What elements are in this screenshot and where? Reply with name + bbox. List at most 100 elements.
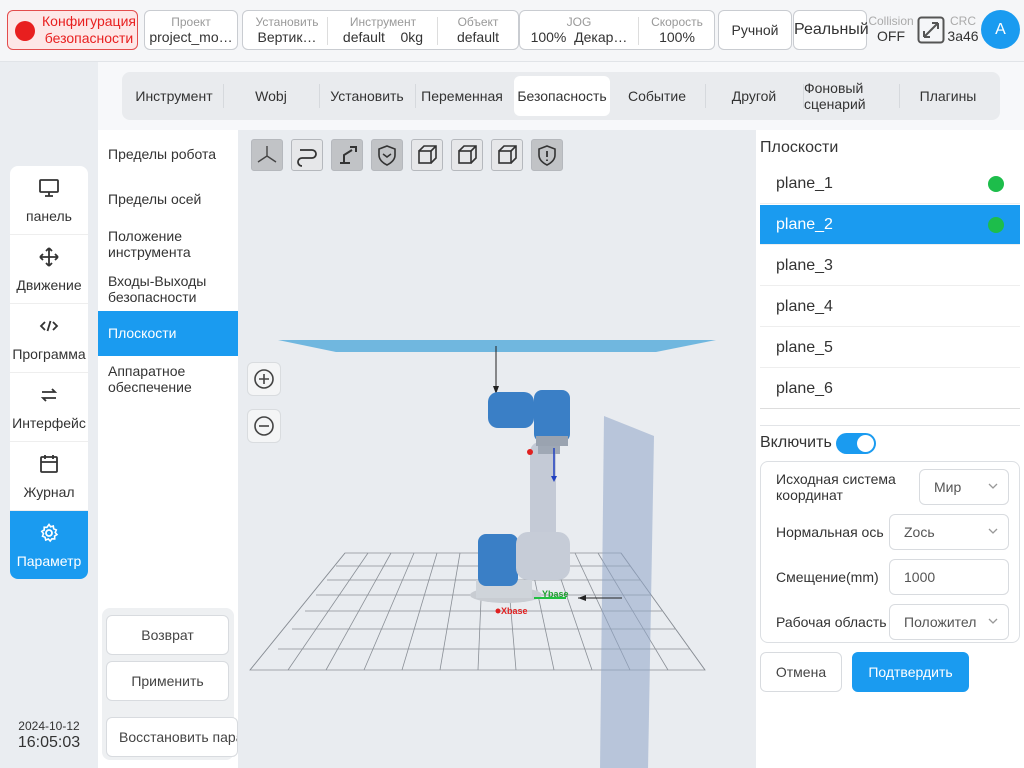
path-view-icon[interactable] xyxy=(291,139,323,171)
back-button[interactable]: Возврат xyxy=(106,615,229,655)
tab-plugins[interactable]: Плагины xyxy=(900,76,996,116)
settings-tab-bar: Инструмент Wobj Установить Переменная Бе… xyxy=(122,72,1000,120)
project-selector[interactable]: Проект project_mo… xyxy=(144,10,238,50)
code-icon xyxy=(39,320,59,332)
plane-name: plane_6 xyxy=(776,380,833,397)
nav-dashboard[interactable]: панель xyxy=(10,166,88,235)
submenu-planes[interactable]: Плоскости xyxy=(98,311,238,356)
jog-label: JOG xyxy=(566,15,592,29)
enable-label: Включить xyxy=(760,434,832,451)
install-value: Вертик… xyxy=(257,29,317,45)
apply-button[interactable]: Применить xyxy=(106,661,229,701)
object-label: Объект xyxy=(457,15,499,29)
minus-circle-icon xyxy=(254,416,274,436)
tool-label: Инструмент xyxy=(349,15,417,29)
zoom-out-button[interactable] xyxy=(247,409,281,443)
cube-top-icon[interactable] xyxy=(491,139,523,171)
submenu-robot-limits[interactable]: Пределы робота xyxy=(98,146,238,162)
plane-2-surface xyxy=(600,416,654,768)
safety-shield-icon[interactable] xyxy=(371,139,403,171)
tab-safety[interactable]: Безопасность xyxy=(514,76,610,116)
project-value: project_mo… xyxy=(149,29,233,45)
plane-enabled-dot xyxy=(988,217,1004,233)
tab-wobj[interactable]: Wobj xyxy=(224,76,318,116)
normal-axis-label: Нормальная ось xyxy=(776,524,884,540)
jog-speed-group[interactable]: JOG 100% Декар… Скорость 100% xyxy=(519,10,715,50)
safety-status-indicator xyxy=(15,21,35,41)
shield-alert-icon[interactable] xyxy=(531,139,563,171)
restore-params-button[interactable]: Восстановить пара xyxy=(106,717,238,757)
crc-value: 3a46 xyxy=(947,28,979,44)
3d-viewport[interactable]: Xbase Ybase xyxy=(238,130,756,768)
plane-item-selected[interactable]: plane_2 xyxy=(760,205,1020,245)
tab-event[interactable]: Событие xyxy=(610,76,704,116)
nav-log[interactable]: Журнал xyxy=(10,442,88,511)
nav-motion[interactable]: Движение xyxy=(10,235,88,304)
work-area-select[interactable]: Положител xyxy=(889,604,1009,640)
speed-label: Скорость xyxy=(651,15,703,29)
confirm-button[interactable]: Подтвердить xyxy=(852,652,969,692)
planes-panel: Плоскости plane_1 plane_2 plane_3 plane_… xyxy=(756,130,1024,768)
nav-interface[interactable]: Интерфейс xyxy=(10,373,88,442)
nav-dashboard-label: панель xyxy=(26,208,72,224)
plane-name: plane_1 xyxy=(776,175,833,192)
normal-axis-select[interactable]: Zось xyxy=(889,514,1009,550)
collision-status: Collision OFF xyxy=(867,14,915,45)
plane-item[interactable]: plane_4 xyxy=(760,287,1020,327)
plus-circle-icon xyxy=(254,369,274,389)
plane-item[interactable]: plane_5 xyxy=(760,328,1020,368)
plane-name: plane_5 xyxy=(776,339,833,356)
submenu-hardware[interactable]: Аппаратное обеспечение xyxy=(98,363,208,395)
tab-variable[interactable]: Переменная xyxy=(416,76,508,116)
plane-item[interactable]: plane_1 xyxy=(760,164,1020,204)
cancel-button[interactable]: Отмена xyxy=(760,652,842,692)
work-area-label: Рабочая область xyxy=(776,614,887,630)
install-tool-object-group[interactable]: Установить Вертик… Инструмент default 0k… xyxy=(242,10,519,50)
robot-view-icon[interactable] xyxy=(331,139,363,171)
tab-other[interactable]: Другой xyxy=(706,76,802,116)
submenu-tool-position[interactable]: Положение инструмента xyxy=(98,228,218,260)
plane-item[interactable]: plane_3 xyxy=(760,246,1020,286)
chevron-down-icon xyxy=(988,483,998,489)
cube-side-icon[interactable] xyxy=(451,139,483,171)
safety-config-button[interactable]: Конфигурация безопасности xyxy=(7,10,138,50)
plane-item[interactable]: plane_6 xyxy=(760,369,1020,409)
monitor-icon xyxy=(39,179,59,197)
plane-enabled-dot xyxy=(988,176,1004,192)
calendar-icon xyxy=(40,455,58,473)
offset-input[interactable]: 1000 xyxy=(889,559,1009,595)
nav-settings[interactable]: Параметр xyxy=(10,511,88,579)
y-axis-label: Ybase xyxy=(542,589,569,599)
object-value: default xyxy=(456,29,500,45)
ref-frame-select[interactable]: Мир xyxy=(919,469,1009,505)
tab-background-script[interactable]: Фоновый сценарий xyxy=(804,76,900,116)
jog-value: 100% xyxy=(530,29,567,45)
zoom-in-button[interactable] xyxy=(247,362,281,396)
tool-payload: 0kg xyxy=(400,29,424,45)
crc-label: CRC xyxy=(950,14,976,28)
enable-toggle[interactable] xyxy=(836,433,876,454)
nav-interface-label: Интерфейс xyxy=(12,415,86,431)
cube-front-icon[interactable] xyxy=(411,139,443,171)
jog-frame: Декар… xyxy=(574,29,628,45)
robot-scene: Xbase Ybase xyxy=(249,340,716,768)
manual-mode-button[interactable]: Ручной xyxy=(718,10,792,50)
submenu-joint-limits[interactable]: Пределы осей xyxy=(98,191,238,207)
plane-1-surface xyxy=(278,340,716,352)
project-label: Проект xyxy=(171,15,211,29)
submenu-safety-io[interactable]: Входы-Выходы безопасности xyxy=(98,273,223,305)
gear-icon xyxy=(40,523,59,543)
nav-log-label: Журнал xyxy=(23,484,75,500)
x-axis-label: Xbase xyxy=(501,606,528,616)
real-mode-button[interactable]: Реальный xyxy=(793,10,869,50)
tab-install[interactable]: Установить xyxy=(320,76,414,116)
nav-program[interactable]: Программа xyxy=(10,304,88,373)
speed-value: 100% xyxy=(659,29,695,45)
tab-tool[interactable]: Инструмент xyxy=(126,76,222,116)
fullscreen-icon[interactable] xyxy=(917,16,945,44)
install-label: Установить xyxy=(255,15,319,29)
time-display: 16:05:03 xyxy=(17,734,81,751)
chevron-down-icon xyxy=(988,618,998,624)
user-avatar[interactable]: A xyxy=(981,10,1020,49)
axes-view-icon[interactable] xyxy=(251,139,283,171)
